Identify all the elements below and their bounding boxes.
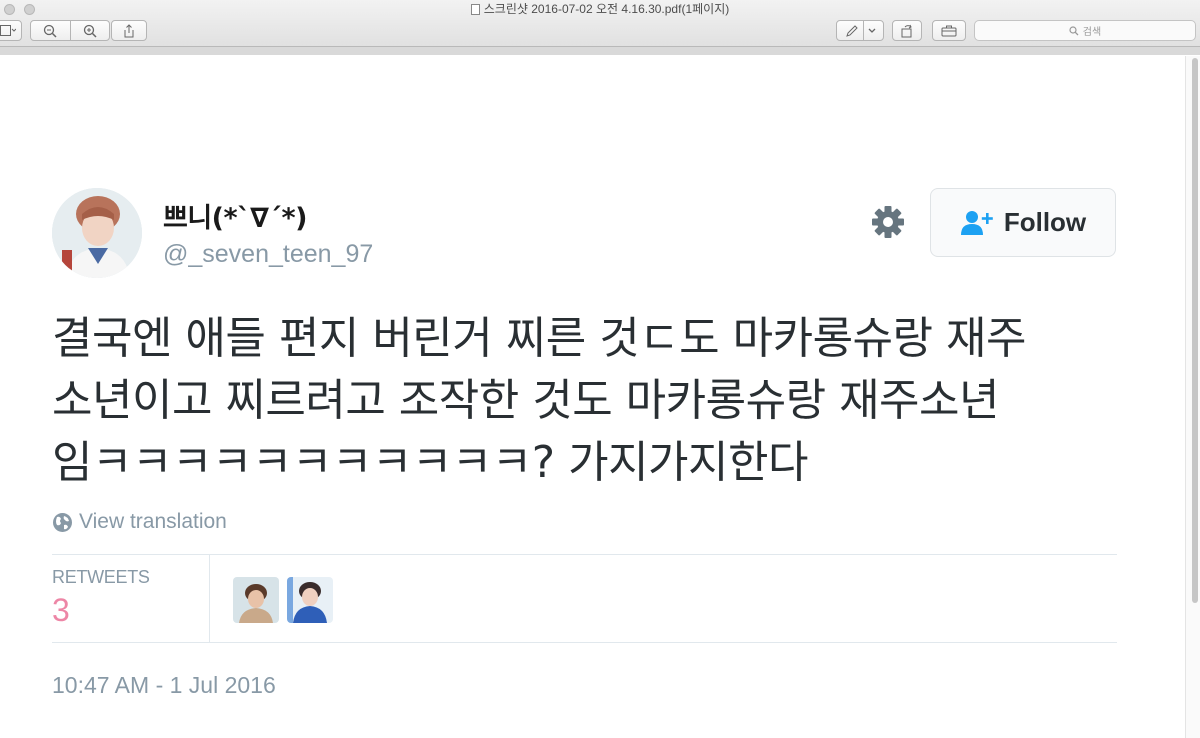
zoom-in-button[interactable] (71, 24, 110, 38)
tweet-timestamp[interactable]: 10:47 AM - 1 Jul 2016 (52, 672, 276, 699)
gear-icon[interactable] (870, 204, 906, 240)
follow-button[interactable]: Follow (930, 188, 1116, 257)
retweeter-avatar[interactable] (233, 577, 279, 623)
rotate-icon (901, 24, 912, 37)
window-titlebar: 스크린샷 2016-07-02 오전 4.16.30.pdf(1페이지) 검색 (0, 0, 1200, 47)
zoom-control (30, 20, 110, 41)
add-user-icon (960, 210, 993, 235)
stats-top-divider (52, 554, 1117, 555)
rotate-button[interactable] (892, 20, 922, 41)
retweets-count[interactable]: 3 (52, 592, 70, 629)
toolbox-button[interactable] (932, 20, 966, 41)
zoom-out-button[interactable] (31, 24, 70, 38)
search-placeholder: 검색 (1082, 27, 1102, 38)
pdf-document-icon (470, 4, 480, 15)
search-field[interactable]: 검색 (974, 20, 1196, 41)
view-translation-label: View translation (79, 510, 227, 533)
stats-vertical-divider (209, 555, 210, 642)
avatar-photo (52, 188, 142, 278)
sidebar-icon (0, 24, 16, 36)
markup-divider (862, 21, 864, 40)
retweeter-avatar[interactable] (287, 577, 333, 623)
globe-icon (53, 512, 72, 532)
window-title-text: 스크린샷 2016-07-02 오전 4.16.30.pdf(1페이지) (483, 2, 730, 16)
chevron-down-icon (868, 28, 875, 33)
follow-label: Follow (1003, 207, 1087, 237)
display-name[interactable]: 쁘니(*ˋ∇ˊ*) (163, 196, 307, 235)
markup-pen-icon (845, 24, 858, 37)
window-title: 스크린샷 2016-07-02 오전 4.16.30.pdf(1페이지) (0, 1, 1200, 17)
view-translation-link[interactable]: View translation (52, 510, 227, 534)
sidebar-toggle-button[interactable] (0, 20, 22, 41)
tweet-text: 결국엔 애들 편지 버린거 찌른 것ㄷ도 마카롱슈랑 재주 소년이고 찌르려고 … (52, 308, 1132, 494)
share-icon (124, 23, 134, 37)
share-button[interactable] (111, 20, 147, 41)
tweet-text-line: 소년이고 찌르려고 조작한 것도 마카롱슈랑 재주소년 (52, 375, 1000, 426)
tweet-text-line: 결국엔 애들 편지 버린거 찌른 것ㄷ도 마카롱슈랑 재주 (52, 313, 1026, 364)
markup-button[interactable] (836, 20, 884, 41)
vertical-scrollbar-thumb[interactable] (1192, 58, 1198, 603)
stats-bottom-divider (52, 642, 1117, 643)
retweets-label[interactable]: RETWEETS (52, 567, 150, 588)
zoom-in-icon (83, 24, 97, 38)
user-handle[interactable]: @_seven_teen_97 (163, 240, 373, 269)
profile-avatar[interactable] (52, 188, 142, 278)
search-icon (1069, 25, 1079, 35)
tweet-text-line: 임ㅋㅋㅋㅋㅋㅋㅋㅋㅋㅋㅋ? 가지가지한다 (52, 437, 808, 488)
document-top-margin (0, 47, 1200, 55)
toolbox-icon (941, 25, 957, 36)
zoom-out-icon (44, 24, 57, 38)
